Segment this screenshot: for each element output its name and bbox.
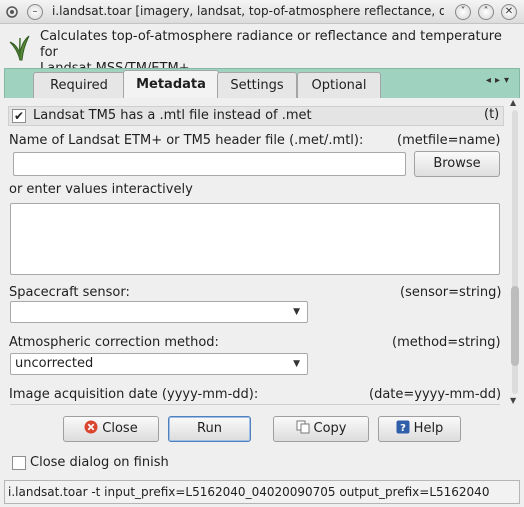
copy-button[interactable]: Copy — [273, 416, 369, 442]
browse-button[interactable]: Browse — [414, 151, 500, 177]
close-button-label: Close — [102, 421, 138, 436]
minimize-icon[interactable]: – — [27, 4, 43, 20]
tab-scroll-right-icon[interactable]: ▸ — [495, 75, 504, 86]
run-button[interactable]: Run — [168, 416, 251, 442]
scroll-up-icon[interactable]: ▲ — [510, 98, 516, 107]
svg-text:?: ? — [400, 423, 406, 434]
scrollbar-thumb[interactable] — [511, 286, 519, 366]
sensor-label: Spacecraft sensor: — [9, 285, 130, 300]
chevron-down-icon[interactable]: ˅ — [455, 4, 471, 20]
method-param: (method=string) — [392, 335, 501, 350]
sensor-param: (sensor=string) — [400, 285, 502, 300]
metadata-panel: ✔ Landsat TM5 has a .mtl file instead of… — [4, 98, 520, 408]
chevron-up-icon[interactable]: ˄ — [478, 4, 494, 20]
tab-required[interactable]: Required — [33, 72, 125, 99]
close-icon[interactable]: ✕ — [501, 4, 517, 20]
scroll-down-icon[interactable]: ▼ — [510, 396, 516, 405]
mtl-checkbox-label: Landsat TM5 has a .mtl file instead of .… — [33, 108, 312, 123]
tab-metadata[interactable]: Metadata — [123, 70, 219, 100]
interactive-label: or enter values interactively — [9, 182, 193, 197]
tab-optional[interactable]: Optional — [297, 72, 381, 99]
date-param: (date=yyyy-mm-dd) — [369, 387, 502, 402]
method-label: Atmospheric correction method: — [9, 335, 219, 350]
sensor-select[interactable]: ▼ — [10, 301, 308, 323]
window-title: i.landsat.toar [imagery, landsat, top-of… — [52, 4, 444, 18]
interactive-values-textarea[interactable] — [10, 203, 500, 275]
tab-scroll-left-icon[interactable]: ◂ — [486, 75, 495, 86]
metfile-label: Name of Landsat ETM+ or TM5 header file … — [9, 133, 364, 148]
close-icon — [84, 420, 98, 434]
tab-settings[interactable]: Settings — [217, 72, 297, 99]
help-button-label: Help — [413, 421, 444, 436]
description-line-1: Calculates top-of-atmosphere radiance or… — [40, 29, 502, 60]
help-icon: ? — [396, 420, 410, 434]
close-on-finish-label: Close dialog on finish — [30, 455, 169, 470]
app-menu-icon[interactable] — [4, 4, 20, 20]
dialog-window: – i.landsat.toar [imagery, landsat, top-… — [0, 0, 524, 507]
metfile-param: (metfile=name) — [397, 133, 501, 148]
copy-icon — [296, 420, 309, 434]
title-bar: – i.landsat.toar [imagery, landsat, top-… — [0, 0, 524, 24]
tab-scroll-arrows[interactable]: ◂▸▾ — [486, 75, 513, 86]
method-select[interactable]: uncorrected ▼ — [10, 353, 308, 375]
date-label: Image acquisition date (yyyy-mm-dd): — [9, 387, 259, 402]
help-button[interactable]: ? Help — [378, 416, 461, 442]
mtl-checkbox[interactable]: ✔ — [12, 109, 26, 123]
command-line-preview: i.landsat.toar -t input_prefix=L5162040_… — [4, 480, 520, 504]
run-button-label: Run — [197, 421, 222, 436]
panel-scrollbar[interactable]: ▲ ▼ — [510, 98, 520, 408]
chevron-down-icon: ▼ — [293, 359, 300, 369]
method-select-value: uncorrected — [15, 356, 94, 371]
date-input-edge[interactable] — [10, 404, 500, 405]
close-on-finish-checkbox[interactable] — [12, 456, 26, 470]
metfile-input[interactable] — [13, 152, 406, 176]
tab-list-icon[interactable]: ▾ — [504, 75, 513, 86]
copy-button-label: Copy — [313, 421, 347, 436]
tab-bar: Required Metadata Settings Optional ◂▸▾ — [4, 68, 520, 100]
close-button[interactable]: Close — [63, 416, 159, 442]
chevron-down-icon: ▼ — [293, 307, 300, 317]
mtl-flag: (t) — [484, 107, 500, 122]
mtl-option-row: ✔ Landsat TM5 has a .mtl file instead of… — [8, 106, 504, 126]
module-header: Calculates top-of-atmosphere radiance or… — [0, 24, 524, 76]
grass-logo-icon — [9, 35, 30, 61]
